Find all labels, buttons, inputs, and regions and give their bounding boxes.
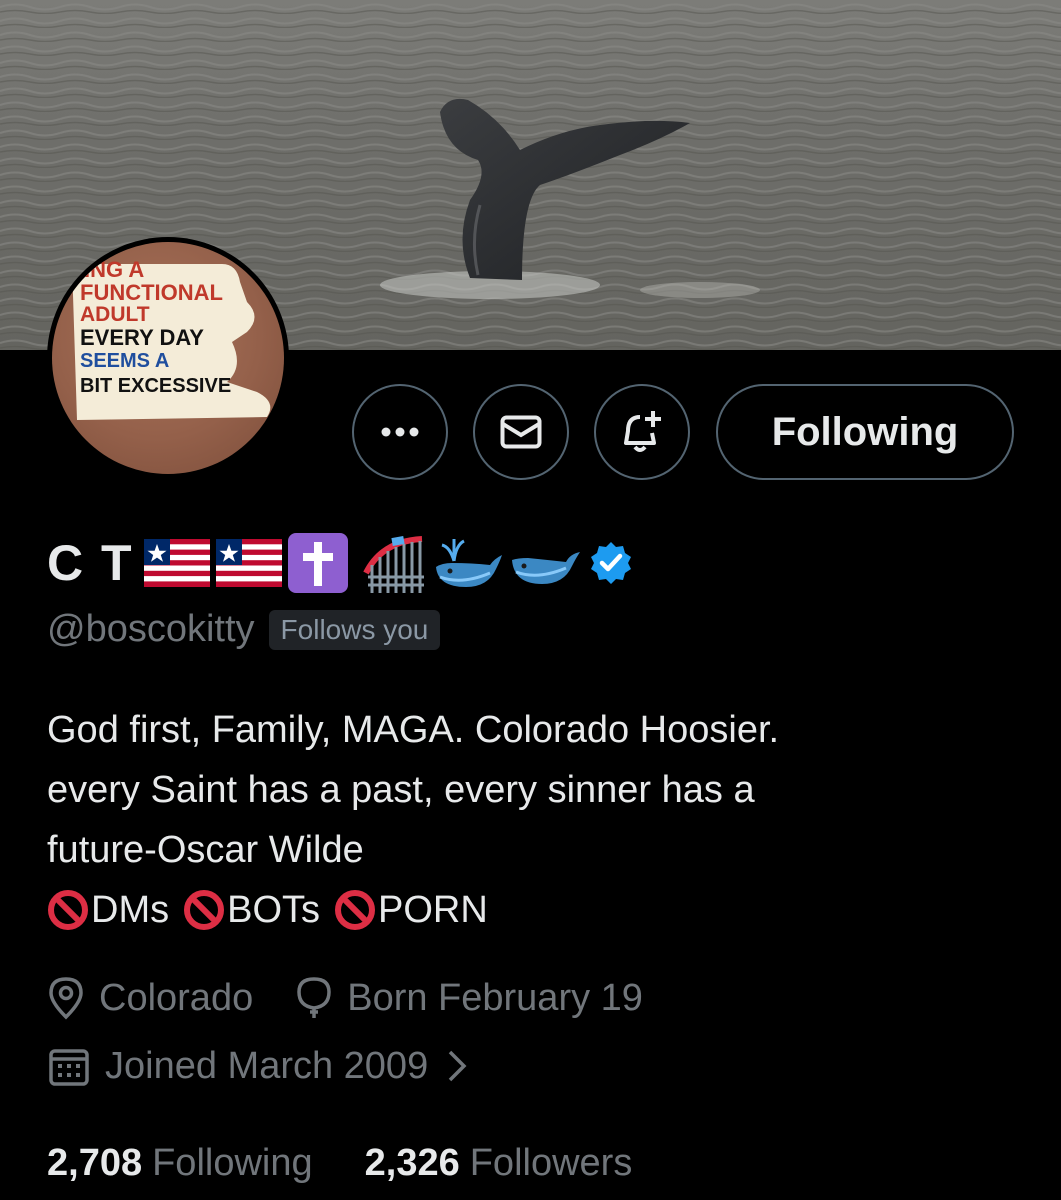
restriction-bots-label: BOTs — [227, 889, 321, 931]
birthday: Born February 19 — [295, 976, 643, 1020]
restriction-dms: DMs — [47, 880, 169, 940]
avatar-line-1: ING A — [84, 257, 144, 282]
restriction-dms-label: DMs — [91, 889, 170, 931]
prohibited-icon — [184, 890, 225, 930]
location: Colorado — [47, 976, 253, 1020]
whale-icon — [511, 552, 580, 584]
avatar-line-2: FUNCTIONAL — [80, 280, 223, 305]
avatar[interactable]: ING A FUNCTIONAL ADULT EVERY DAY SEEMS A… — [47, 237, 289, 479]
flag-liberia-icon — [143, 539, 210, 587]
location-pin-icon — [49, 977, 83, 1020]
envelope-icon — [500, 415, 542, 449]
restriction-porn: PORN — [334, 880, 488, 940]
following-button[interactable]: Following — [716, 384, 1014, 480]
location-text: Colorado — [99, 976, 254, 1019]
handle-row: @boscokitty Follows you — [47, 608, 441, 651]
following-label: Following — [152, 1142, 313, 1184]
latin-cross-icon — [287, 533, 348, 593]
notifications-button[interactable] — [594, 384, 690, 480]
spouting-whale-icon — [435, 539, 502, 587]
balloon-icon — [297, 977, 331, 1018]
display-name-row: C T — [47, 528, 640, 598]
followers-count: 2,326 — [364, 1142, 460, 1184]
following-count: 2,708 — [47, 1142, 143, 1184]
avatar-line-5: SEEMS A — [80, 350, 169, 372]
avatar-line-4: EVERY DAY — [80, 325, 204, 350]
restriction-bots: BOTs — [183, 880, 320, 940]
avatar-sticker-image: ING A FUNCTIONAL ADULT EVERY DAY SEEMS A… — [72, 257, 271, 420]
bell-plus-icon — [624, 411, 661, 452]
followers-stat[interactable]: 2,326 Followers — [365, 1142, 633, 1185]
prohibited-icon — [48, 890, 88, 930]
following-button-label: Following — [771, 409, 959, 454]
profile-meta-row-2[interactable]: Joined March 2009 — [47, 1044, 526, 1088]
bio-restrictions: DMs BOTs PORN — [47, 880, 1017, 940]
birthday-text: Born February 19 — [347, 976, 643, 1019]
profile-bio: God first, Family, MAGA. Colorado Hoosie… — [47, 700, 1017, 940]
avatar-line-3: ADULT — [80, 303, 150, 326]
join-date-text: Joined March 2009 — [105, 1044, 429, 1087]
message-button[interactable] — [473, 384, 569, 480]
flag-liberia-icon — [215, 539, 282, 587]
more-button[interactable] — [352, 384, 448, 480]
following-stat[interactable]: 2,708 Following — [47, 1142, 313, 1185]
follows-you-badge: Follows you — [268, 609, 441, 650]
profile-meta-row-1: Colorado Born February 19 — [47, 976, 685, 1020]
bio-line-1: God first, Family, MAGA. Colorado Hoosie… — [47, 709, 780, 751]
bio-line-2: every Saint has a past, every sinner has… — [47, 769, 755, 811]
follow-stats: 2,708 Following 2,326 Followers — [47, 1142, 684, 1185]
calendar-icon — [49, 1049, 89, 1086]
chevron-right-icon[interactable] — [444, 1048, 470, 1084]
display-name: C T — [47, 535, 134, 591]
roller-coaster-icon — [362, 536, 424, 593]
restriction-porn-label: PORN — [378, 889, 488, 931]
avatar-line-6: BIT EXCESSIVE — [80, 375, 231, 397]
prohibited-icon — [335, 890, 376, 930]
bio-line-3: future-Oscar Wilde — [47, 829, 364, 871]
profile-handle: @boscokitty — [47, 608, 255, 650]
verified-badge-icon — [590, 542, 631, 584]
ellipsis-icon — [381, 427, 419, 437]
followers-label: Followers — [469, 1142, 633, 1184]
join-date[interactable]: Joined March 2009 — [47, 1044, 484, 1088]
